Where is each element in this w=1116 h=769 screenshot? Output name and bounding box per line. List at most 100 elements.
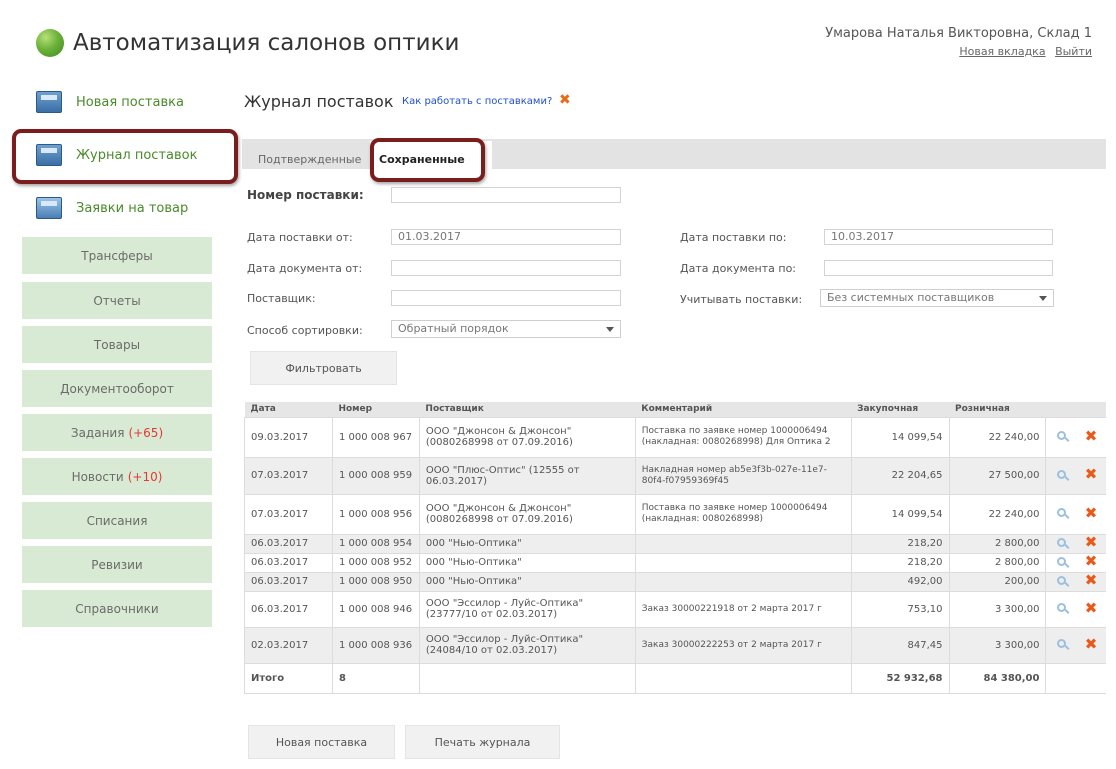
sidebar-item-documents[interactable]: Документооборот	[22, 370, 212, 407]
number-input[interactable]	[391, 187, 621, 203]
cell-supplier: ООО "Эссилор - Луйс-Оптика" (24084/10 от…	[418, 626, 636, 664]
delete-icon[interactable]: ✖	[1085, 465, 1098, 483]
doc-from-input[interactable]	[391, 260, 621, 276]
cell-purchase: 753,10	[850, 590, 950, 628]
sidebar-item-transfers[interactable]: Трансферы	[22, 237, 212, 274]
sidebar-item-products[interactable]: Товары	[22, 326, 212, 363]
count-deliveries-select[interactable]: Без системных поставщиков	[820, 289, 1054, 307]
date-to-label: Дата поставки по:	[680, 231, 787, 244]
total-retail: 84 380,00	[948, 662, 1047, 694]
total-count: 8	[331, 662, 420, 694]
delete-icon[interactable]: ✖	[1085, 552, 1098, 570]
highlight-frame-saved-tab	[370, 138, 485, 182]
sidebar-item-product-requests[interactable]: Заявки на товар	[22, 191, 212, 225]
cell-supplier: 000 "Нью-Оптика"	[418, 571, 636, 592]
chevron-down-icon	[1039, 296, 1047, 301]
tab-confirmed[interactable]: Подтвержденные	[258, 153, 361, 166]
app-title: Автоматизация салонов оптики	[73, 30, 460, 56]
sidebar-item-audits[interactable]: Ревизии	[22, 546, 212, 583]
sidebar-item-label: Заявки на товар	[76, 200, 189, 216]
sidebar-item-label: Новая поставка	[76, 94, 184, 110]
cell-purchase: 22 204,65	[850, 456, 950, 495]
view-icon[interactable]	[1056, 431, 1066, 440]
table-row[interactable]: 06.03.2017 1 000 008 952 000 "Нью-Оптика" 2…	[244, 552, 1106, 573]
logout-link[interactable]: Выйти	[1055, 45, 1092, 58]
delete-icon[interactable]: ✖	[1085, 635, 1098, 653]
sidebar-item-news[interactable]: Новости (+10)	[22, 458, 212, 495]
sidebar-item-reports[interactable]: Отчеты	[22, 282, 212, 319]
cell-purchase: 14 099,54	[850, 493, 950, 535]
user-links: Новая вкладка Выйти	[953, 45, 1092, 58]
delete-icon[interactable]: ✖	[1085, 533, 1098, 551]
cell-date: 02.03.2017	[244, 626, 333, 664]
cell-date: 06.03.2017	[244, 590, 333, 628]
date-from-input[interactable]: 01.03.2017	[391, 229, 621, 245]
view-icon[interactable]	[1056, 469, 1066, 479]
doc-to-label: Дата документа по:	[680, 262, 796, 275]
table-row[interactable]: 07.03.2017 1 000 008 956 ООО "Джонсон & Дж…	[244, 493, 1106, 535]
view-icon[interactable]	[1056, 603, 1066, 612]
cell-date: 06.03.2017	[244, 571, 333, 592]
help-link[interactable]: Как работать с поставками?	[402, 96, 552, 107]
table-row[interactable]: 09.03.2017 1 000 008 967 ООО "Джонсон & Дж…	[244, 416, 1106, 458]
cell-number: 1 000 008 954	[331, 533, 420, 554]
cell-supplier: ООО "Эссилор - Луйс-Оптика" (23777/10 от…	[418, 590, 636, 628]
sidebar-item-write-offs[interactable]: Списания	[22, 502, 212, 539]
table-row[interactable]: 06.03.2017 1 000 008 950 000 "Нью-Оптика" 4…	[244, 571, 1106, 592]
chevron-down-icon	[606, 327, 614, 332]
delete-icon[interactable]: ✖	[1085, 599, 1098, 617]
cell-comment: Заказ 30000222253 от 2 марта 2017 г	[634, 626, 852, 664]
col-retail[interactable]: Розничная	[949, 402, 1046, 417]
total-purchase: 52 932,68	[850, 662, 950, 694]
sort-select[interactable]: Обратный порядок	[391, 320, 621, 338]
sidebar-item-tasks[interactable]: Задания (+65)	[22, 414, 212, 451]
delivery-box-icon	[36, 91, 62, 113]
table-row[interactable]: 07.03.2017 1 000 008 959 ООО "Плюс-Оптис" …	[244, 456, 1106, 495]
cell-purchase: 14 099,54	[850, 416, 950, 458]
view-icon[interactable]	[1056, 508, 1066, 517]
view-icon[interactable]	[1056, 639, 1066, 648]
close-icon[interactable]: ✖	[559, 92, 571, 108]
cell-supplier: ООО "Джонсон & Джонсон" (0080268998 от 0…	[418, 416, 636, 458]
view-icon[interactable]	[1056, 556, 1066, 566]
doc-to-input[interactable]	[824, 260, 1053, 276]
delete-icon[interactable]: ✖	[1085, 427, 1098, 445]
new-delivery-button[interactable]: Новая поставка	[248, 725, 395, 759]
filter-button[interactable]: Фильтровать	[250, 351, 397, 385]
cell-number: 1 000 008 956	[331, 493, 420, 535]
page-title: Журнал поставок	[244, 92, 394, 111]
cell-comment: Поставка по заявке номер 1000006494 (нак…	[634, 493, 852, 535]
sidebar-item-references[interactable]: Справочники	[22, 590, 212, 627]
col-purchase[interactable]: Закупочная	[851, 402, 950, 417]
supplier-input[interactable]	[391, 290, 621, 306]
view-icon[interactable]	[1056, 537, 1066, 547]
print-journal-button[interactable]: Печать журнала	[405, 725, 560, 759]
cell-comment	[634, 552, 852, 573]
col-date[interactable]: Дата	[244, 402, 333, 417]
delete-icon[interactable]: ✖	[1085, 504, 1098, 522]
col-comment[interactable]: Комментарий	[635, 402, 852, 417]
cell-retail: 2 800,00	[948, 533, 1047, 554]
cell-retail: 2 800,00	[948, 552, 1047, 573]
tasks-badge: (+65)	[128, 425, 164, 440]
sidebar-item-new-delivery[interactable]: Новая поставка	[22, 85, 212, 119]
cell-purchase: 218,20	[850, 533, 950, 554]
table-row[interactable]: 06.03.2017 1 000 008 954 000 "Нью-Оптика" 2…	[244, 533, 1106, 554]
delete-icon[interactable]: ✖	[1085, 571, 1098, 589]
cell-comment: Заказ 30000221918 от 2 марта 2017 г	[634, 590, 852, 628]
cell-number: 1 000 008 959	[331, 456, 420, 495]
cell-supplier: 000 "Нью-Оптика"	[418, 533, 636, 554]
table-row[interactable]: 02.03.2017 1 000 008 936 ООО "Эссилор - Лу…	[244, 626, 1106, 664]
cell-retail: 27 500,00	[948, 456, 1047, 495]
view-icon[interactable]	[1056, 575, 1066, 585]
supplier-label: Поставщик:	[247, 292, 316, 305]
cell-purchase: 492,00	[850, 571, 950, 592]
table-row[interactable]: 06.03.2017 1 000 008 946 ООО "Эссилор - Лу…	[244, 590, 1106, 628]
user-name: Умарова Наталья Викторовна, Склад 1	[825, 26, 1092, 41]
col-supplier[interactable]: Поставщик	[419, 402, 636, 417]
total-label: Итого	[244, 662, 333, 694]
col-number[interactable]: Номер	[332, 402, 420, 417]
cell-comment: Поставка по заявке номер 1000006494 (нак…	[634, 416, 852, 458]
new-tab-link[interactable]: Новая вкладка	[959, 45, 1045, 58]
date-to-input[interactable]: 10.03.2017	[824, 229, 1053, 245]
